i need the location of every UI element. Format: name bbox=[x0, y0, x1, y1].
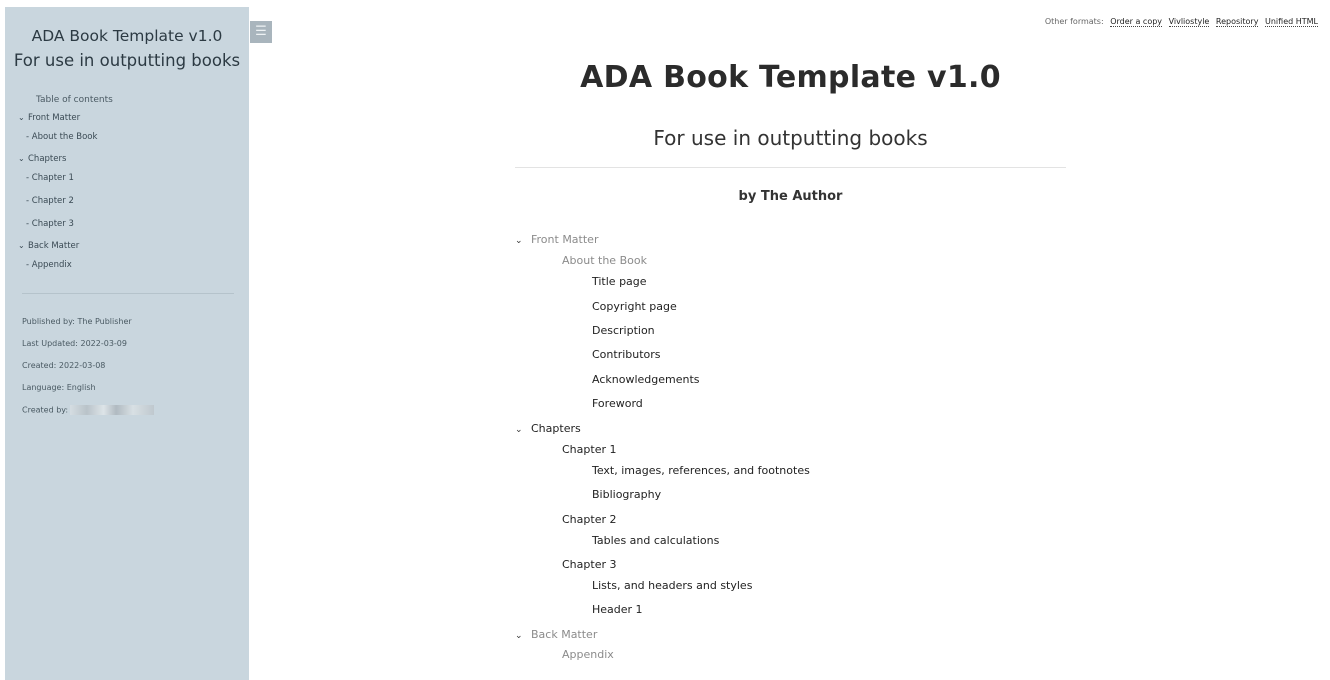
chevron-down-icon: ⌄ bbox=[515, 236, 523, 246]
sidebar-title: ADA Book Template v1.0 bbox=[31, 27, 223, 45]
toc-item-foreword[interactable]: Foreword bbox=[592, 397, 643, 410]
sidebar-divider bbox=[22, 293, 234, 294]
sidebar-item-label: - About the Book bbox=[26, 132, 98, 142]
chevron-down-icon: ⌄ bbox=[515, 631, 523, 641]
toc-item-description[interactable]: Description bbox=[592, 324, 655, 337]
link-vivliostyle[interactable]: Vivliostyle bbox=[1168, 17, 1210, 27]
sidebar-item-back-matter[interactable]: ⌄ Back Matter bbox=[18, 241, 79, 251]
toc-section-back-matter[interactable]: ⌄ Back Matter bbox=[515, 628, 597, 641]
toc-item-chapter-3[interactable]: Chapter 3 bbox=[562, 558, 616, 571]
sidebar-item-about-book[interactable]: - About the Book bbox=[26, 132, 97, 142]
toc-section-label: Front Matter bbox=[531, 233, 599, 246]
sidebar-item-label: Front Matter bbox=[28, 113, 81, 123]
link-order-copy[interactable]: Order a copy bbox=[1110, 17, 1163, 27]
link-repository[interactable]: Repository bbox=[1215, 17, 1259, 27]
menu-toggle-button[interactable]: ☰ bbox=[250, 21, 272, 43]
meta-last-updated: Last Updated: 2022-03-09 bbox=[22, 339, 127, 348]
title-divider bbox=[515, 167, 1066, 168]
toc-item-acknowledgements[interactable]: Acknowledgements bbox=[592, 373, 700, 386]
chevron-down-icon: ⌄ bbox=[18, 154, 25, 163]
chevron-down-icon: ⌄ bbox=[18, 113, 25, 122]
toc-item-lists-headers[interactable]: Lists, and headers and styles bbox=[592, 579, 752, 592]
other-formats: Other formats: Order a copy Vivliostyle … bbox=[1044, 17, 1318, 27]
meta-created-by: Created by: bbox=[22, 405, 155, 415]
toc-item-title-page[interactable]: Title page bbox=[592, 275, 647, 288]
link-unified-html[interactable]: Unified HTML bbox=[1265, 17, 1318, 27]
sidebar-item-label: - Appendix bbox=[26, 260, 72, 270]
toc-section-label: Back Matter bbox=[531, 628, 598, 641]
page-title: ADA Book Template v1.0 bbox=[580, 60, 1001, 95]
sidebar-item-appendix[interactable]: - Appendix bbox=[26, 260, 72, 270]
sidebar-item-label: - Chapter 3 bbox=[26, 219, 74, 229]
sidebar-item-chapter-1[interactable]: - Chapter 1 bbox=[26, 173, 74, 183]
sidebar-item-label: - Chapter 2 bbox=[26, 196, 74, 206]
hamburger-icon: ☰ bbox=[255, 24, 267, 39]
meta-published: Published by: The Publisher bbox=[22, 317, 132, 326]
toc-item-header-1[interactable]: Header 1 bbox=[592, 603, 643, 616]
toc-section-chapters[interactable]: ⌄ Chapters bbox=[515, 422, 581, 435]
toc-item-chapter-1[interactable]: Chapter 1 bbox=[562, 443, 616, 456]
sidebar-subtitle: For use in outputting books bbox=[13, 51, 241, 70]
toc-item-copyright-page[interactable]: Copyright page bbox=[592, 300, 677, 313]
toc-item-tables-calculations[interactable]: Tables and calculations bbox=[592, 534, 719, 547]
chevron-down-icon: ⌄ bbox=[18, 241, 25, 250]
sidebar-item-label: Chapters bbox=[28, 154, 67, 164]
sidebar-item-chapter-3[interactable]: - Chapter 3 bbox=[26, 219, 74, 229]
meta-created-by-label: Created by: bbox=[22, 405, 69, 415]
meta-created: Created: 2022-03-08 bbox=[22, 361, 106, 370]
toc-label: Table of contents bbox=[36, 95, 113, 105]
toc-item-chapter-2[interactable]: Chapter 2 bbox=[562, 513, 616, 526]
page-subtitle: For use in outputting books bbox=[653, 126, 928, 150]
sidebar-item-label: Back Matter bbox=[28, 241, 80, 251]
toc-item-text-images[interactable]: Text, images, references, and footnotes bbox=[592, 464, 810, 477]
toc-item-contributors[interactable]: Contributors bbox=[592, 348, 661, 361]
redacted-name bbox=[70, 405, 155, 415]
toc-item-about-book[interactable]: About the Book bbox=[562, 254, 647, 267]
toc-item-appendix[interactable]: Appendix bbox=[562, 648, 614, 661]
meta-language: Language: English bbox=[22, 383, 96, 392]
sidebar-item-chapters[interactable]: ⌄ Chapters bbox=[18, 154, 66, 164]
sidebar: ADA Book Template v1.0 For use in output… bbox=[5, 7, 249, 680]
toc-section-front-matter[interactable]: ⌄ Front Matter bbox=[515, 233, 598, 246]
other-formats-label: Other formats: bbox=[1044, 17, 1104, 26]
page-author: by The Author bbox=[738, 189, 843, 204]
sidebar-item-front-matter[interactable]: ⌄ Front Matter bbox=[18, 113, 80, 123]
sidebar-item-chapter-2[interactable]: - Chapter 2 bbox=[26, 196, 74, 206]
toc-section-label: Chapters bbox=[531, 422, 581, 435]
chevron-down-icon: ⌄ bbox=[515, 425, 523, 435]
sidebar-item-label: - Chapter 1 bbox=[26, 173, 74, 183]
toc-item-bibliography[interactable]: Bibliography bbox=[592, 488, 661, 501]
